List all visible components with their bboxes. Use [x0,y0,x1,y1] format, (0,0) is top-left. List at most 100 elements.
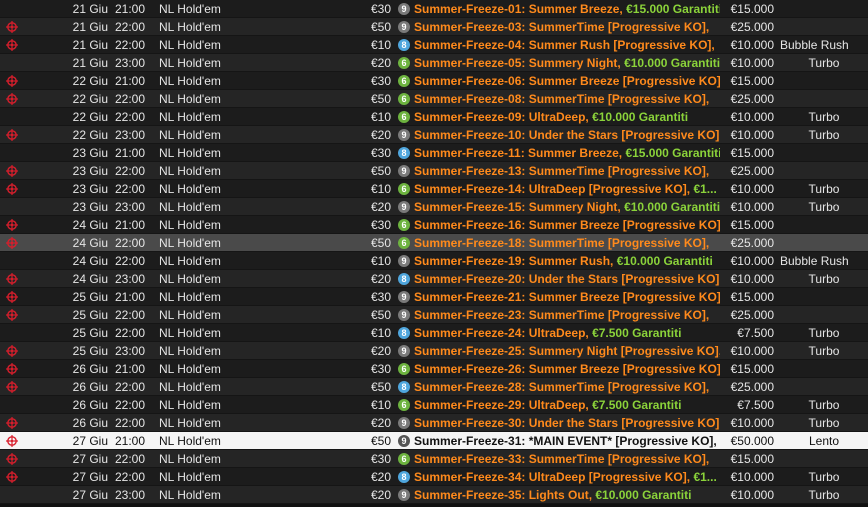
tournament-row[interactable]: 23 Giu 23:00 NL Hold'em €20 9 Summer-Freeze-1… [0,198,868,216]
tournament-row[interactable]: 25 Giu 22:00 NL Hold'em €50 9 Summer-Freeze-2… [0,306,868,324]
max-players-badge: 6 [398,92,410,105]
crosshair-icon [6,417,18,429]
tournament-row[interactable]: 24 Giu 22:00 NL Hold'em €50 6 Summer-Freeze-1… [0,234,868,252]
tournament-row[interactable]: 26 Giu 22:00 NL Hold'em €10 6 Summer-Freeze-2… [0,396,868,414]
players-cell: 9 [398,342,410,360]
speed-type-cell [780,144,868,162]
crosshair-icon [6,237,18,249]
tournament-row[interactable]: 22 Giu 21:00 NL Hold'em €30 6 Summer-Freeze-0… [0,72,868,90]
date-cell: 22 Giu [72,92,108,106]
tournament-row[interactable]: 27 Giu 22:00 NL Hold'em €30 6 Summer-Freeze-3… [0,450,868,468]
tournament-row[interactable]: 21 Giu 22:00 NL Hold'em €10 8 Summer-Freeze-0… [0,36,868,54]
tournament-name-cell: Summer-Freeze-33: SummerTime [Progressiv… [414,450,720,468]
time-cell: 22:00 [115,20,146,34]
date-cell: 25 Giu [72,344,108,358]
date-cell: 21 Giu [72,2,108,16]
tournament-row[interactable]: 21 Giu 21:00 NL Hold'em €30 9 Summer-Freeze-0… [0,0,868,18]
guarantee-text: €10.000 Garantiti [592,110,689,124]
speed-type-cell: Bubble Rush [780,254,849,268]
tournament-row[interactable]: 27 Giu 23:00 NL Hold'em €20 9 Summer-Freeze-3… [0,486,868,504]
crosshair-icon [6,291,18,303]
date-cell: 24 Giu [72,254,108,268]
players-cell: 8 [398,468,410,486]
tournament-row[interactable]: 24 Giu 21:00 NL Hold'em €30 6 Summer-Freeze-1… [0,216,868,234]
guarantee-text: €10.000 Garantiti [595,488,692,502]
tournament-name: Summer-Freeze-09: UltraDeep, [414,110,593,124]
time-cell: 22:00 [115,380,146,394]
crosshair-icon [6,39,18,51]
prize-cell: €25.000 [730,308,774,322]
tournament-name: Summer-Freeze-35: Lights Out, [414,488,596,502]
tournament-row[interactable]: 23 Giu 21:00 NL Hold'em €30 8 Summer-Freeze-1… [0,144,868,162]
prize-cell: €15.000 [730,146,774,160]
game-cell: NL Hold'em [159,416,221,430]
time-cell: 21:00 [115,2,146,16]
date-cell: 23 Giu [72,182,108,196]
date-cell: 24 Giu [72,272,108,286]
tournament-name-cell: Summer-Freeze-13: SummerTime [Progressiv… [414,162,720,180]
game-cell: NL Hold'em [159,20,221,34]
date-cell: 23 Giu [72,146,108,160]
tournament-row[interactable]: 25 Giu 23:00 NL Hold'em €20 9 Summer-Freeze-2… [0,342,868,360]
tournament-name-cell: Summer-Freeze-03: SummerTime [Progressiv… [414,18,720,36]
tournament-row[interactable]: 24 Giu 23:00 NL Hold'em €20 8 Summer-Freeze-2… [0,270,868,288]
speed-type-cell [780,450,868,468]
game-cell: NL Hold'em [159,146,221,160]
tournament-row[interactable]: 24 Giu 22:00 NL Hold'em €10 9 Summer-Freeze-1… [0,252,868,270]
buyin-cell: €20 [370,488,391,502]
tournament-row[interactable]: 23 Giu 22:00 NL Hold'em €50 9 Summer-Freeze-1… [0,162,868,180]
tournament-row[interactable]: 26 Giu 22:00 NL Hold'em €50 8 Summer-Freeze-2… [0,378,868,396]
max-players-badge: 6 [398,110,410,123]
players-cell: 6 [398,216,410,234]
speed-type-cell [780,306,868,324]
tournament-row[interactable]: 26 Giu 22:00 NL Hold'em €20 9 Summer-Freeze-3… [0,414,868,432]
crosshair-icon [6,309,18,321]
tournament-row[interactable]: 27 Giu 22:00 NL Hold'em €20 8 Summer-Freeze-3… [0,468,868,486]
max-players-badge: 9 [398,344,410,357]
max-players-badge: 6 [398,362,410,375]
prize-cell: €15.000 [730,362,774,376]
guarantee-text: €7.500 Garantiti [592,326,682,340]
tournament-name: Summer-Freeze-28: SummerTime [Progressiv… [414,380,710,394]
tournament-name-cell: Summer-Freeze-35: Lights Out, €10.000 Ga… [414,486,720,504]
time-cell: 23:00 [115,56,146,70]
time-cell: 22:00 [115,470,146,484]
date-cell: 22 Giu [72,74,108,88]
speed-type-cell: Turbo [808,398,840,412]
tournament-row[interactable]: 22 Giu 23:00 NL Hold'em €20 9 Summer-Freeze-1… [0,126,868,144]
speed-type-cell: Turbo [808,110,840,124]
game-cell: NL Hold'em [159,434,221,448]
tournament-row[interactable]: 21 Giu 22:00 NL Hold'em €50 9 Summer-Freeze-0… [0,18,868,36]
players-cell: 9 [398,432,410,450]
speed-type-cell [780,360,868,378]
players-cell: 6 [398,108,410,126]
tournament-row[interactable]: 22 Giu 22:00 NL Hold'em €50 6 Summer-Freeze-0… [0,90,868,108]
speed-type-cell: Turbo [808,128,840,142]
players-cell: 9 [398,252,410,270]
prize-cell: €25.000 [730,236,774,250]
tournament-row[interactable]: 27 Giu 21:00 NL Hold'em €50 9 Summer-Freeze-3… [0,432,868,450]
tournament-name: Summer-Freeze-30: Under the Stars [Progr… [414,416,720,430]
tournament-name: Summer-Freeze-24: UltraDeep, [414,326,593,340]
max-players-badge: 9 [398,308,410,321]
time-cell: 21:00 [115,146,146,160]
tournament-row[interactable]: 25 Giu 21:00 NL Hold'em €30 9 Summer-Freeze-2… [0,288,868,306]
players-cell: 8 [398,324,410,342]
guarantee-text: €10.000 Garantiti [624,200,720,214]
crosshair-icon [6,345,18,357]
time-cell: 22:00 [115,326,146,340]
date-cell: 27 Giu [72,434,108,448]
speed-type-cell: Turbo [808,326,840,340]
tournament-name: Summer-Freeze-01: Summer Breeze, [414,2,627,16]
max-players-badge: 8 [398,326,410,339]
tournament-row[interactable]: 22 Giu 22:00 NL Hold'em €10 6 Summer-Freeze-0… [0,108,868,126]
max-players-badge: 9 [398,290,410,303]
tournament-name: Summer-Freeze-10: Under the Stars [Progr… [414,128,720,142]
tournament-row[interactable]: 21 Giu 23:00 NL Hold'em €20 6 Summer-Freeze-0… [0,54,868,72]
tournament-row[interactable]: 23 Giu 22:00 NL Hold'em €10 6 Summer-Freeze-1… [0,180,868,198]
players-cell: 9 [398,288,410,306]
crosshair-icon [6,93,18,105]
tournament-row[interactable]: 26 Giu 21:00 NL Hold'em €30 6 Summer-Freeze-2… [0,360,868,378]
tournament-row[interactable]: 25 Giu 22:00 NL Hold'em €10 8 Summer-Freeze-2… [0,324,868,342]
guarantee-text: €10.000 Garantiti [624,56,720,70]
